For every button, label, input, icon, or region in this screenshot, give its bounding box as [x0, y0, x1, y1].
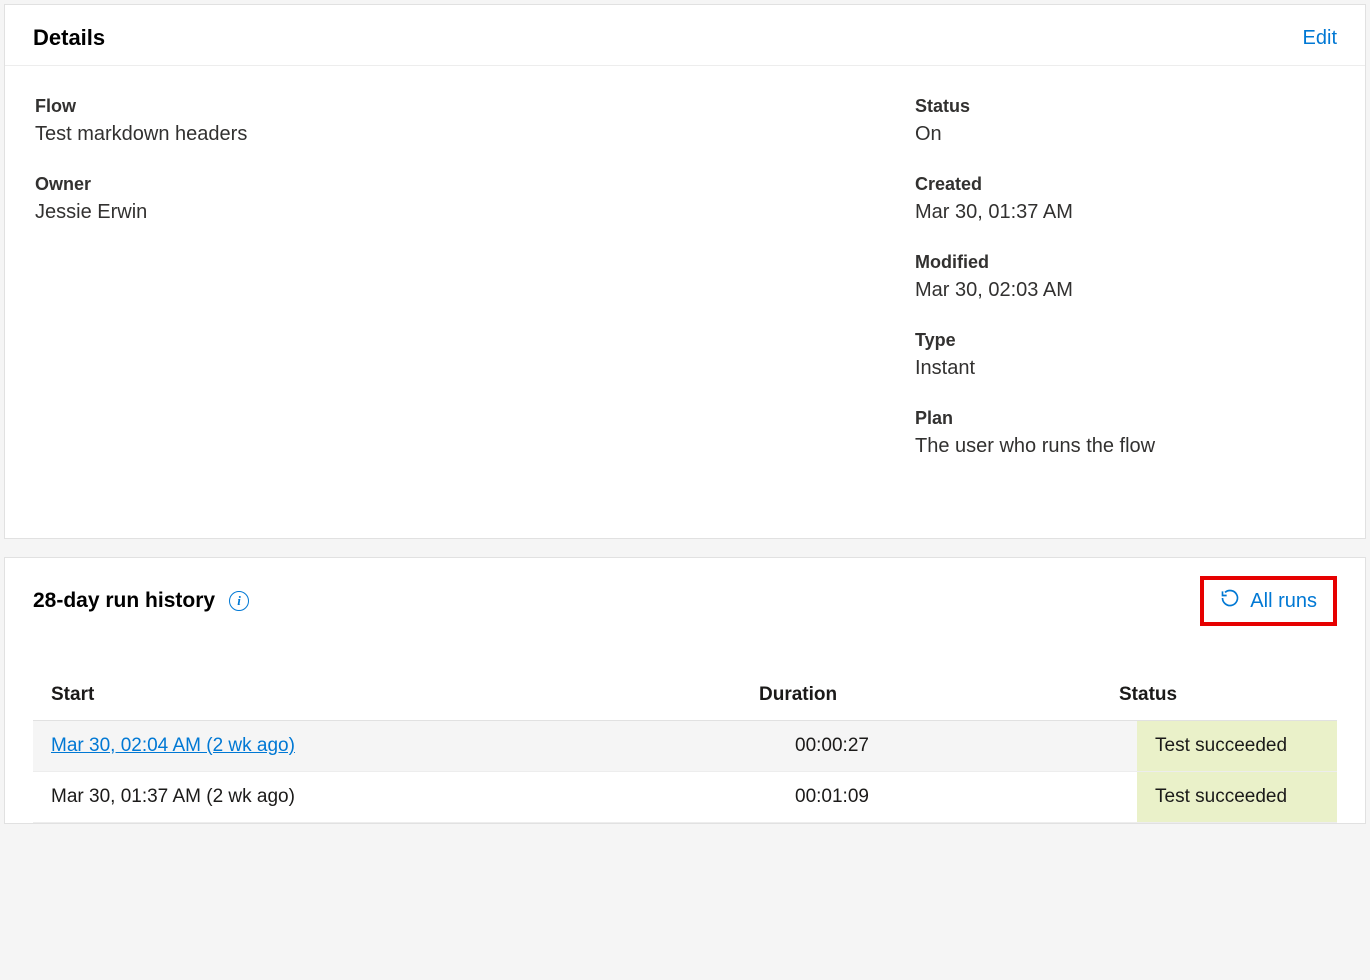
created-label: Created — [915, 174, 1335, 195]
run-history-header: 28-day run history i All runs — [5, 558, 1365, 644]
edit-link[interactable]: Edit — [1303, 27, 1337, 50]
run-status-cell: Test succeeded — [1137, 772, 1337, 822]
status-field: Status On — [915, 96, 1335, 146]
run-duration-cell: 00:00:27 — [795, 735, 1155, 757]
modified-label: Modified — [915, 252, 1335, 273]
owner-label: Owner — [35, 174, 915, 195]
flow-label: Flow — [35, 96, 915, 117]
modified-value: Mar 30, 02:03 AM — [915, 279, 1073, 301]
owner-field: Owner Jessie Erwin — [35, 174, 915, 224]
modified-field: Modified Mar 30, 02:03 AM — [915, 252, 1335, 302]
all-runs-highlight: All runs — [1200, 576, 1337, 626]
table-header: Start Duration Status — [33, 670, 1337, 721]
created-value: Mar 30, 01:37 AM — [915, 201, 1073, 223]
details-body: Flow Test markdown headers Owner Jessie … — [5, 66, 1365, 538]
details-left-column: Flow Test markdown headers Owner Jessie … — [35, 96, 915, 458]
run-status-cell: Test succeeded — [1137, 721, 1337, 771]
details-header: Details Edit — [5, 5, 1365, 66]
status-value: On — [915, 123, 942, 145]
details-right-column: Status On Created Mar 30, 01:37 AM Modif… — [915, 96, 1335, 458]
refresh-icon — [1220, 588, 1240, 614]
type-field: Type Instant — [915, 330, 1335, 380]
flow-field: Flow Test markdown headers — [35, 96, 915, 146]
plan-field: Plan The user who runs the flow — [915, 408, 1335, 458]
all-runs-button[interactable]: All runs — [1210, 582, 1327, 620]
created-field: Created Mar 30, 01:37 AM — [915, 174, 1335, 224]
col-status: Status — [1119, 684, 1319, 706]
plan-label: Plan — [915, 408, 1335, 429]
run-history-title: 28-day run history — [33, 589, 215, 613]
details-card: Details Edit Flow Test markdown headers … — [4, 4, 1366, 539]
run-start-link[interactable]: Mar 30, 02:04 AM (2 wk ago) — [51, 735, 295, 756]
owner-value: Jessie Erwin — [35, 201, 147, 223]
run-history-table: Start Duration Status Mar 30, 02:04 AM (… — [5, 644, 1365, 823]
table-header-row: Start Duration Status — [33, 670, 1337, 721]
table-row[interactable]: Mar 30, 01:37 AM (2 wk ago)00:01:09Test … — [33, 772, 1337, 823]
type-value: Instant — [915, 357, 975, 379]
run-history-card: 28-day run history i All runs Start Dura… — [4, 557, 1366, 824]
run-start-cell: Mar 30, 01:37 AM (2 wk ago) — [51, 786, 795, 808]
all-runs-label: All runs — [1250, 590, 1317, 613]
status-label: Status — [915, 96, 1335, 117]
table-row[interactable]: Mar 30, 02:04 AM (2 wk ago) 00:00:27Test … — [33, 721, 1337, 772]
run-duration-cell: 00:01:09 — [795, 786, 1155, 808]
col-duration: Duration — [759, 684, 1119, 706]
col-start: Start — [51, 684, 759, 706]
flow-value: Test markdown headers — [35, 123, 247, 145]
table-body: Mar 30, 02:04 AM (2 wk ago)00:00:27Test … — [33, 721, 1337, 823]
type-label: Type — [915, 330, 1335, 351]
info-icon[interactable]: i — [229, 591, 249, 611]
run-start-cell: Mar 30, 02:04 AM (2 wk ago) — [51, 735, 795, 757]
details-title: Details — [33, 25, 105, 51]
run-history-title-wrap: 28-day run history i — [33, 589, 249, 613]
plan-value: The user who runs the flow — [915, 435, 1155, 457]
